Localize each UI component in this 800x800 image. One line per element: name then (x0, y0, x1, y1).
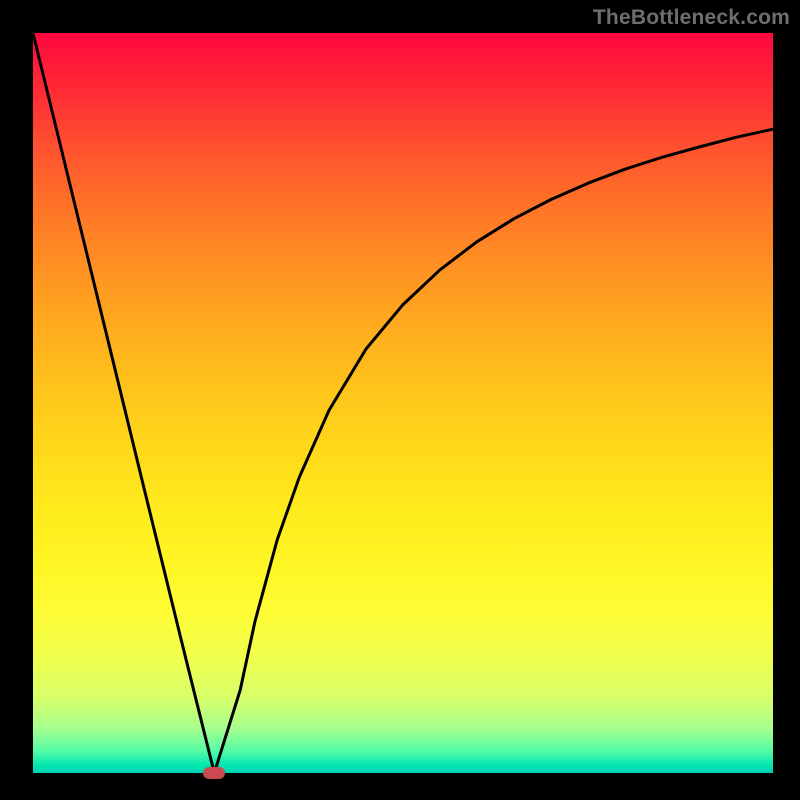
plot-gradient-area (33, 33, 773, 773)
watermark-text: TheBottleneck.com (593, 6, 790, 30)
chart-canvas: TheBottleneck.com (0, 0, 800, 800)
chart-marker (203, 767, 225, 779)
